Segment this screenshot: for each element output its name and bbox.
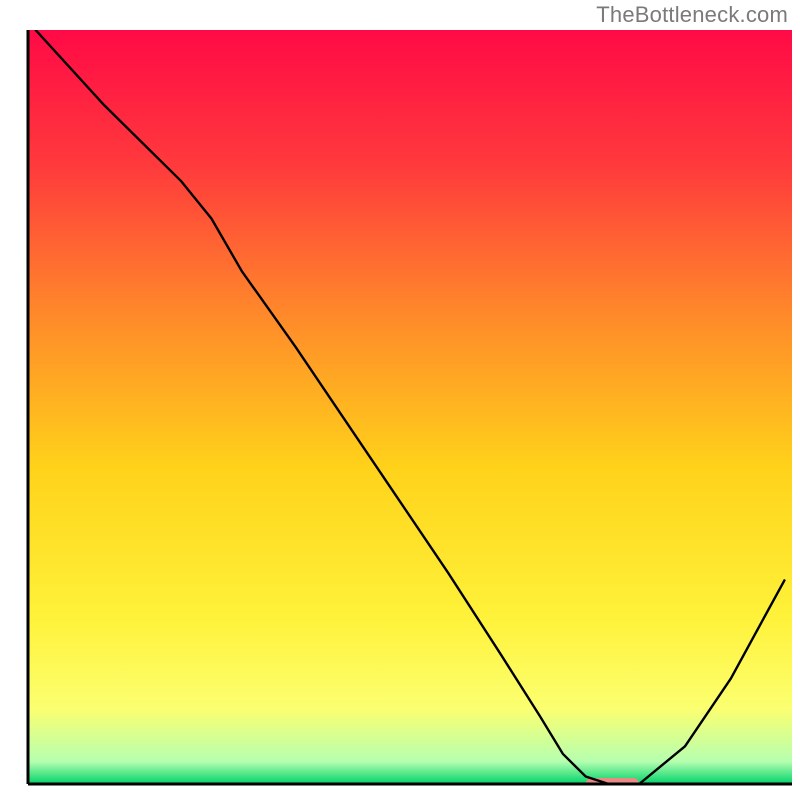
bottleneck-chart (0, 0, 800, 800)
